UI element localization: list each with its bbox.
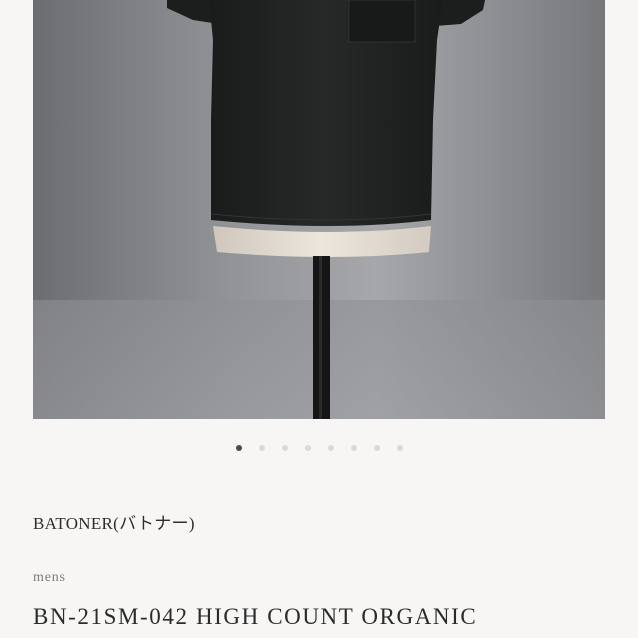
carousel-dot-icon[interactable]: [235, 445, 242, 451]
carousel-dot-icon[interactable]: [327, 445, 334, 451]
product-brand[interactable]: BATONER(バトナー): [33, 509, 195, 534]
carousel-dot-icon[interactable]: [396, 445, 403, 451]
product-category[interactable]: mens: [33, 570, 66, 586]
carousel-dot-icon[interactable]: [281, 445, 288, 451]
product-title: BN-21SM-042 HIGH COUNT ORGANIC: [33, 604, 478, 629]
carousel-dot-icon[interactable]: [373, 445, 380, 451]
product-photo-illustration: [33, 0, 605, 419]
carousel-dot-icon[interactable]: [258, 445, 265, 451]
carousel-dot-icon[interactable]: [304, 445, 311, 451]
carousel-pagination: [0, 444, 638, 454]
product-image[interactable]: [33, 0, 605, 419]
carousel-dot-icon[interactable]: [350, 445, 357, 451]
